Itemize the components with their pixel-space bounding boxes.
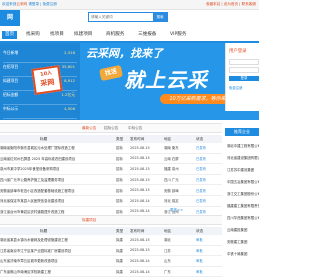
site-name[interactable]: 云采网 <box>16 2 27 6</box>
table-row[interactable]: 泉州市某中学2025年食堂设备采购项目 招标 2025-08-15 福建 泉州 已发布 <box>0 163 222 175</box>
tab-latest[interactable]: 最新公告 <box>82 126 96 131</box>
tab-proposed[interactable]: 拟建项目 <box>82 218 96 223</box>
promo-sticker: 10入 采网 <box>31 65 63 95</box>
stat-row: 中标公示 4,506 <box>3 104 77 119</box>
recommend-title: 推荐企业 <box>225 128 259 136</box>
username-field[interactable] <box>229 59 259 65</box>
tab-bidding[interactable]: 招标公告 <box>104 126 118 131</box>
list-item[interactable]: 浙江交工集团股份公司 <box>227 191 259 196</box>
password-field[interactable] <box>229 67 259 73</box>
notice-table: 标题 类型 发布时间 地区 状态 湖南省衡阳市衡东县城区污水处理厂提标改造工程招… <box>0 135 222 218</box>
table-row[interactable]: 安徽省蚌埠市老旧小区改造配套基础设施工程项目 招标 2025-08-15 安徽 蚌埠已… <box>0 184 222 196</box>
site-logo[interactable]: 网 <box>0 10 20 26</box>
section-tabs-proposed: 拟建项目 <box>0 215 222 225</box>
table-row[interactable]: 四川省广元市公路养护施工及监理服务项目 招标 2025-08-15 四川 广元 已发布 <box>0 174 222 186</box>
table-row[interactable]: 广东省佛山市南海区学校新建工程 拟建 2025-08-14 广东 审批 <box>0 266 222 277</box>
banner-slogan-main: 就上云采 <box>124 68 208 92</box>
search-box: 搜索 <box>88 12 168 22</box>
table-row[interactable]: 湖北省某县乡镇污水管网及处理设施建设工程 拟建 2025-08-15 湖北 审批 <box>0 235 222 246</box>
login-button[interactable]: 登录 <box>229 76 259 81</box>
nav-item-filing[interactable]: 三维报备 <box>138 31 156 39</box>
list-item[interactable]: 云南建投集团 <box>227 227 259 232</box>
nav-item-find-purchase[interactable]: 找采购 <box>26 31 40 39</box>
nav-item-proposed[interactable]: 拟建项目 <box>74 31 92 39</box>
list-item[interactable]: 福建建工集团有限责任公司 <box>227 203 259 208</box>
list-item[interactable]: 江苏苏中建设集团 <box>227 167 259 172</box>
more-link[interactable]: 更多>> <box>170 208 183 213</box>
banner-slogan-top: 云采网，找来了 <box>86 47 163 60</box>
proposed-table: 标题 类型 发布时间 地区 状态 湖北省某县乡镇污水管网及处理设施建设工程 拟建 2… <box>0 227 222 277</box>
nav-item-find-project[interactable]: 找项目 <box>50 31 64 39</box>
section-tabs: 最新公告 招标公告 中标公告 <box>0 123 222 133</box>
main-nav: 首页 找采购 找项目 拟建项目 商机服务 三维报备 VIP服务 <box>0 29 259 43</box>
search-button[interactable]: 搜索 <box>153 13 167 21</box>
table-row[interactable]: 湖南省衡阳市衡东县城区污水处理厂提标改造工程 招标 2025-08-15 湖南 衡东已… <box>0 143 222 154</box>
list-item[interactable]: 安徽建工集团 <box>227 239 259 244</box>
table-row[interactable]: 云南省红河州石屏县 2025 年高标准农田建设项目 招标 2025-08-15 云南 … <box>0 153 222 165</box>
list-item[interactable]: 中国五冶集团有限公司 <box>227 179 259 184</box>
top-right-links[interactable]: 收藏本站 | 设为首页 | 联系客服 <box>206 2 256 7</box>
table-row[interactable]: 山东省济南市章丘区城市更新改造项目 拟建 2025-08-14 山东 审批 <box>0 255 222 267</box>
stat-row: 今日新增 2,318 <box>3 48 77 63</box>
table-header: 标题 类型 发布时间 地区 状态 <box>0 135 222 143</box>
login-title: 用户登录 <box>229 49 247 54</box>
table-row[interactable]: 江苏省南京市江宁区某产业园标准厂房建设项目 拟建 2025-08-15 江苏 审批 <box>0 245 222 257</box>
nav-item-business[interactable]: 商机服务 <box>106 31 124 39</box>
table-row[interactable]: 河北省保定市某县人民医院信息化建设项目 招标 2025-08-14 河北 保定 已发布 <box>0 195 222 207</box>
tab-awarded[interactable]: 中标公告 <box>128 126 142 131</box>
list-item[interactable]: 四川华西集团有限公司 <box>227 215 259 220</box>
top-welcome: 欢迎来到云采网 请登录 | 免费注册 <box>2 2 57 7</box>
list-item[interactable]: 湖北中建工程有限公司 <box>227 143 259 148</box>
nav-item-home[interactable]: 首页 <box>2 31 18 39</box>
nav-item-vip[interactable]: VIP服务 <box>170 31 186 39</box>
welcome-prefix: 欢迎来到 <box>2 2 17 6</box>
login-panel: 用户登录 登录 免费注册 <box>225 43 260 111</box>
list-item[interactable]: 河北省建设集团有限公司 <box>227 155 259 160</box>
list-item[interactable]: 中铁十局集团 <box>227 251 259 256</box>
login-register-links[interactable]: 请登录 | 免费注册 <box>28 2 57 6</box>
search-input[interactable] <box>91 14 151 20</box>
register-link[interactable]: 免费注册 <box>229 85 243 90</box>
table-header: 标题 类型 发布时间 地区 状态 <box>0 227 222 235</box>
